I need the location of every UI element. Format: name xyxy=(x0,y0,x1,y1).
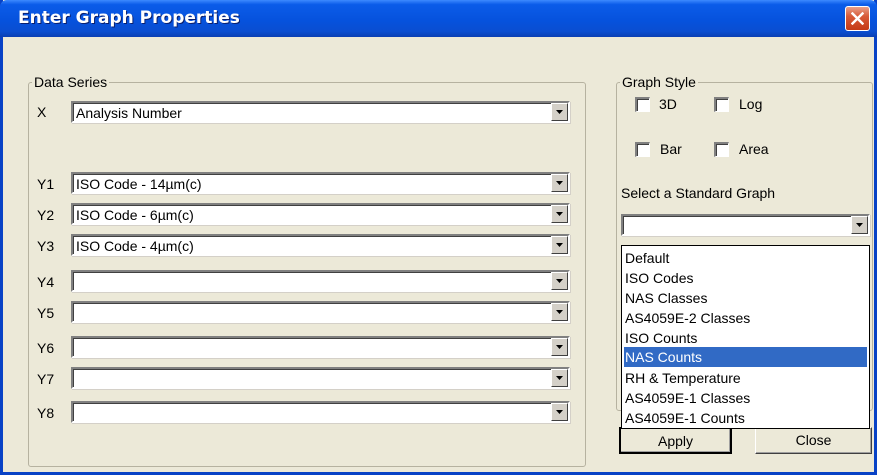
list-item-as4059e-1-classes[interactable]: AS4059E-1 Classes xyxy=(624,388,867,408)
apply-button[interactable]: Apply xyxy=(619,427,732,454)
dropdown-arrow-icon xyxy=(556,310,563,314)
list-item-iso-counts[interactable]: ISO Counts xyxy=(624,328,867,348)
area-checkbox-label[interactable]: Area xyxy=(739,141,769,157)
standard-graph-combo[interactable] xyxy=(621,214,870,236)
x-axis-combo[interactable]: Analysis Number xyxy=(71,101,570,123)
dropdown-arrow-icon xyxy=(856,223,863,227)
y4-dropdown-button[interactable] xyxy=(551,272,568,290)
title-bar[interactable]: Enter Graph Properties xyxy=(0,0,877,37)
dropdown-arrow-icon xyxy=(556,243,563,247)
bar-checkbox-label[interactable]: Bar xyxy=(660,141,682,157)
y3-dropdown-button[interactable] xyxy=(551,236,568,254)
y4-label: Y4 xyxy=(37,274,55,290)
y6-combo[interactable] xyxy=(71,336,570,358)
dialog-window: Enter Graph Properties Data Series X Ana… xyxy=(0,0,877,475)
dropdown-arrow-icon xyxy=(556,279,563,283)
y2-combo[interactable]: ISO Code - 6µm(c) xyxy=(71,203,570,225)
bar-checkbox[interactable] xyxy=(635,142,650,157)
area-checkbox[interactable] xyxy=(714,142,729,157)
log-checkbox[interactable] xyxy=(714,97,729,112)
y1-dropdown-button[interactable] xyxy=(551,174,568,192)
log-checkbox-label[interactable]: Log xyxy=(739,96,762,112)
y2-value: ISO Code - 6µm(c) xyxy=(76,207,194,223)
window-close-button[interactable] xyxy=(845,6,870,31)
list-item-as4059e-2-classes[interactable]: AS4059E-2 Classes xyxy=(624,308,867,328)
list-item-as4059e-1-counts[interactable]: AS4059E-1 Counts xyxy=(624,408,867,428)
standard-graph-dropdown-list[interactable]: Default ISO Codes NAS Classes AS4059E-2 … xyxy=(621,245,870,429)
y1-value: ISO Code - 14µm(c) xyxy=(76,176,202,192)
y3-label: Y3 xyxy=(37,238,55,254)
y8-dropdown-button[interactable] xyxy=(551,403,568,421)
dialog-client-area: Data Series X Analysis Number Y1 ISO Cod… xyxy=(7,38,874,468)
list-item-nas-counts[interactable]: NAS Counts xyxy=(624,347,867,367)
dropdown-arrow-icon xyxy=(556,212,563,216)
y8-label: Y8 xyxy=(37,405,55,421)
graph-style-legend: Graph Style xyxy=(622,74,696,90)
3d-checkbox[interactable] xyxy=(635,97,650,112)
y6-label: Y6 xyxy=(37,340,55,356)
y1-label: Y1 xyxy=(37,176,55,192)
y5-dropdown-button[interactable] xyxy=(551,303,568,321)
close-button[interactable]: Close xyxy=(755,427,872,454)
x-axis-dropdown-button[interactable] xyxy=(551,103,568,121)
y5-combo[interactable] xyxy=(71,301,570,323)
y8-combo[interactable] xyxy=(71,401,570,423)
list-item-iso-codes[interactable]: ISO Codes xyxy=(624,268,867,288)
y6-dropdown-button[interactable] xyxy=(551,338,568,356)
window-title: Enter Graph Properties xyxy=(18,8,240,28)
y7-label: Y7 xyxy=(37,371,55,387)
list-item-default[interactable]: Default xyxy=(624,248,867,268)
dropdown-arrow-icon xyxy=(556,110,563,114)
close-x-icon xyxy=(851,12,864,25)
x-axis-label: X xyxy=(37,104,47,120)
dropdown-arrow-icon xyxy=(556,345,563,349)
y3-combo[interactable]: ISO Code - 4µm(c) xyxy=(71,234,570,256)
y2-dropdown-button[interactable] xyxy=(551,205,568,223)
standard-graph-label: Select a Standard Graph xyxy=(621,185,776,201)
y3-value: ISO Code - 4µm(c) xyxy=(76,238,194,254)
list-item-nas-classes[interactable]: NAS Classes xyxy=(624,288,867,308)
x-axis-value: Analysis Number xyxy=(76,105,182,121)
y7-dropdown-button[interactable] xyxy=(551,369,568,387)
dropdown-arrow-icon xyxy=(556,376,563,380)
y5-label: Y5 xyxy=(37,305,55,321)
list-item-rh-temperature[interactable]: RH & Temperature xyxy=(624,368,867,388)
3d-checkbox-label[interactable]: 3D xyxy=(659,96,677,112)
dropdown-arrow-icon xyxy=(556,410,563,414)
standard-graph-dropdown-button[interactable] xyxy=(851,216,868,234)
y4-combo[interactable] xyxy=(71,270,570,292)
data-series-legend: Data Series xyxy=(34,74,108,90)
dropdown-arrow-icon xyxy=(556,181,563,185)
y7-combo[interactable] xyxy=(71,367,570,389)
y1-combo[interactable]: ISO Code - 14µm(c) xyxy=(71,172,570,194)
y2-label: Y2 xyxy=(37,207,55,223)
